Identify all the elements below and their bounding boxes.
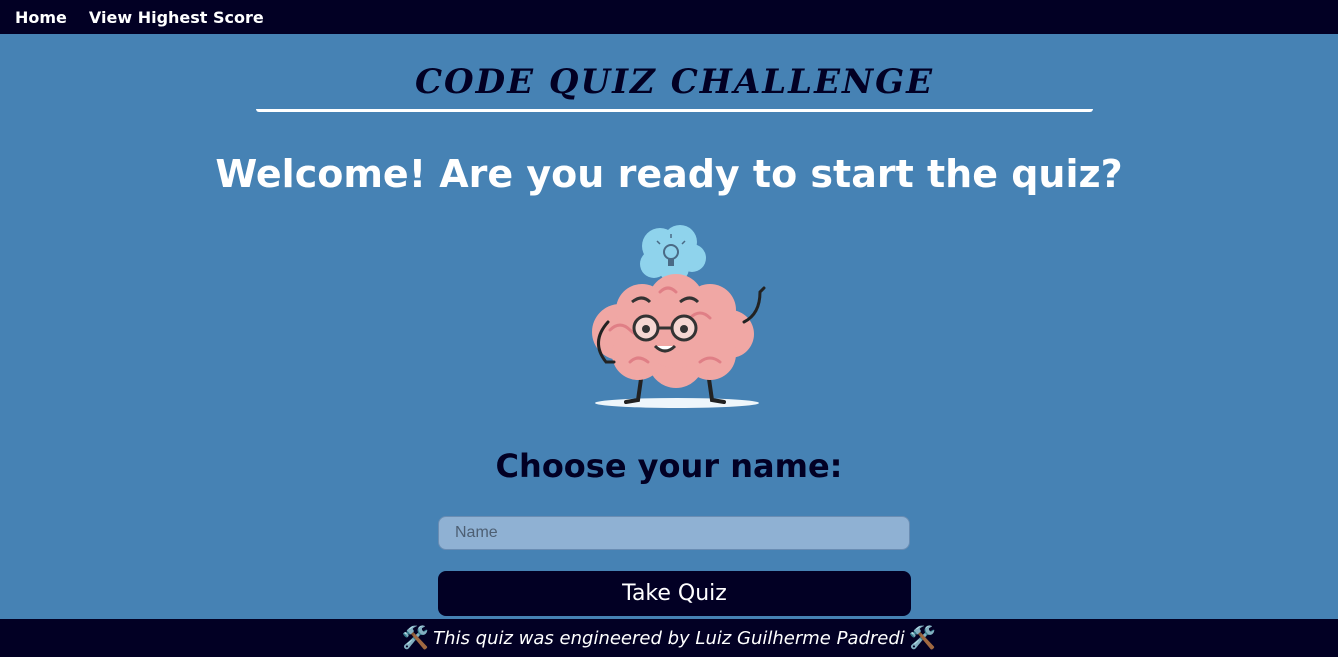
nav-highscore-link[interactable]: View Highest Score [89, 8, 264, 27]
hammer-wrench-icon: 🛠️ [908, 625, 937, 651]
take-quiz-button[interactable]: Take Quiz [438, 571, 911, 616]
nav-home-link[interactable]: Home [15, 8, 67, 27]
choose-name-heading: Choose your name: [495, 447, 843, 485]
title-divider [256, 109, 1093, 112]
main-content: CODE QUIZ CHALLENGE Welcome! Are you rea… [0, 34, 1338, 619]
name-input[interactable] [438, 516, 910, 550]
footer-credit: This quiz was engineered by Luiz Guilher… [433, 627, 905, 649]
app-title: CODE QUIZ CHALLENGE [414, 62, 935, 102]
brain-mascot-icon [592, 225, 766, 408]
top-navbar: Home View Highest Score [0, 0, 1338, 34]
welcome-heading: Welcome! Are you ready to start the quiz… [215, 152, 1123, 196]
footer: 🛠️ This quiz was engineered by Luiz Guil… [0, 619, 1338, 657]
hammer-wrench-icon: 🛠️ [401, 625, 430, 651]
